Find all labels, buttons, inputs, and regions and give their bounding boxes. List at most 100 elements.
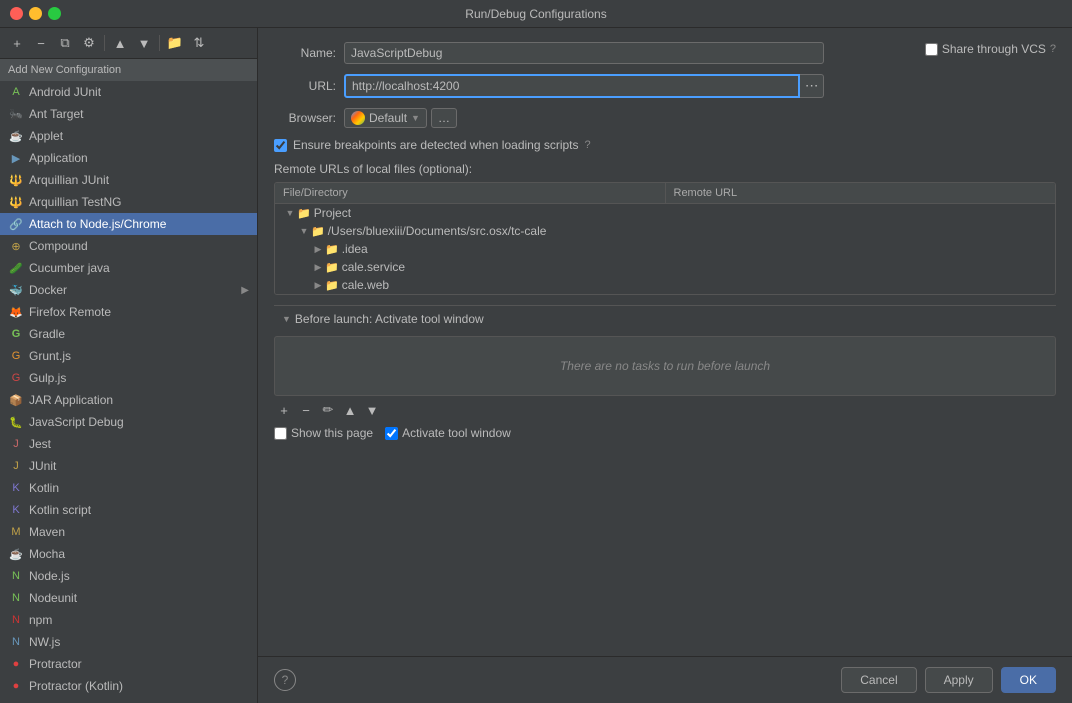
sidebar-item-kotlin-script[interactable]: K Kotlin script: [0, 499, 257, 521]
content-panel: Name: Share through VCS ? URL: ⋯ B: [258, 28, 1072, 703]
sidebar-item-mocha[interactable]: ☕ Mocha: [0, 543, 257, 565]
path-label: /Users/bluexiii/Documents/src.osx/tc-cal…: [328, 224, 547, 238]
project-expand-arrow[interactable]: ▼: [283, 208, 297, 218]
name-label: Name:: [274, 46, 344, 60]
name-row: Name: Share through VCS ?: [274, 42, 1056, 64]
launch-toolbar: + − ✏ ▲ ▼: [274, 400, 1056, 420]
tree-row-cale-web[interactable]: ▶ 📁 cale.web: [275, 276, 1055, 294]
help-button[interactable]: ?: [274, 669, 296, 691]
sidebar-item-arquillian-junit[interactable]: 🔱 Arquillian JUnit: [0, 169, 257, 191]
name-input[interactable]: [344, 42, 824, 64]
protractor-kotlin-icon: ●: [8, 678, 24, 694]
compound-icon: ⊕: [8, 238, 24, 254]
sidebar-item-jest[interactable]: J Jest: [0, 433, 257, 455]
kotlin-script-icon: K: [8, 502, 24, 518]
url-col-header: Remote URL: [665, 183, 1056, 203]
url-input[interactable]: [344, 74, 800, 98]
idea-expand-arrow[interactable]: ▶: [311, 244, 325, 255]
path-expand-arrow[interactable]: ▼: [297, 226, 311, 236]
file-table-header: File/Directory Remote URL: [275, 183, 1055, 204]
sidebar-item-compound[interactable]: ⊕ Compound: [0, 235, 257, 257]
sidebar-item-ant-target[interactable]: 🐜 Ant Target: [0, 103, 257, 125]
add-config-button[interactable]: +: [6, 32, 28, 54]
sidebar-item-attach-nodejs[interactable]: 🔗 Attach to Node.js/Chrome: [0, 213, 257, 235]
browser-more-button[interactable]: …: [431, 108, 457, 128]
folder-button[interactable]: 📁: [164, 32, 186, 54]
toolbar-divider: [104, 35, 105, 51]
ok-button[interactable]: OK: [1001, 667, 1056, 693]
bottom-bar: ? Cancel Apply OK: [258, 656, 1072, 703]
arquillian-junit-icon: 🔱: [8, 172, 24, 188]
launch-options-row: Show this page Activate tool window: [274, 426, 1056, 440]
show-page-checkbox[interactable]: [274, 427, 287, 440]
vcs-checkbox[interactable]: [925, 43, 938, 56]
ensure-breakpoints-checkbox[interactable]: [274, 139, 287, 152]
copy-config-button[interactable]: ⧉: [54, 32, 76, 54]
sidebar-item-maven[interactable]: M Maven: [0, 521, 257, 543]
activate-window-checkbox[interactable]: [385, 427, 398, 440]
vcs-label: Share through VCS: [942, 42, 1046, 56]
nwjs-icon: N: [8, 634, 24, 650]
sidebar-item-npm[interactable]: N npm: [0, 609, 257, 631]
sidebar-item-jar-application[interactable]: 📦 JAR Application: [0, 389, 257, 411]
launch-add-button[interactable]: +: [274, 400, 294, 420]
minimize-button[interactable]: [29, 7, 42, 20]
vcs-help-icon: ?: [1050, 43, 1056, 55]
tree-row-project[interactable]: ▼ 📁 Project: [275, 204, 1055, 222]
cale-web-expand-arrow[interactable]: ▶: [311, 280, 325, 291]
sidebar-item-gradle[interactable]: G Gradle: [0, 323, 257, 345]
move-up-button[interactable]: ▲: [109, 32, 131, 54]
sidebar-item-gulp-js[interactable]: G Gulp.js: [0, 367, 257, 389]
browser-dropdown-arrow: ▼: [411, 113, 420, 123]
tree-row-path[interactable]: ▼ 📁 /Users/bluexiii/Documents/src.osx/tc…: [275, 222, 1055, 240]
path-folder-icon: 📁: [311, 225, 325, 238]
file-col-header: File/Directory: [275, 183, 665, 203]
sidebar-item-applet[interactable]: ☕ Applet: [0, 125, 257, 147]
window-controls: [10, 7, 61, 20]
cancel-button[interactable]: Cancel: [841, 667, 916, 693]
cale-service-expand-arrow[interactable]: ▶: [311, 262, 325, 273]
content-form: Name: Share through VCS ? URL: ⋯ B: [258, 28, 1072, 656]
ant-icon: 🐜: [8, 106, 24, 122]
maximize-button[interactable]: [48, 7, 61, 20]
sidebar-item-application[interactable]: ▶ Application: [0, 147, 257, 169]
javascript-debug-icon: 🐛: [8, 414, 24, 430]
tree-row-cale-service[interactable]: ▶ 📁 cale.service: [275, 258, 1055, 276]
sidebar-item-nwjs[interactable]: N NW.js: [0, 631, 257, 653]
sidebar-item-junit[interactable]: J JUnit: [0, 455, 257, 477]
before-launch-header[interactable]: ▼ Before launch: Activate tool window: [274, 305, 1056, 332]
jest-icon: J: [8, 436, 24, 452]
sidebar-item-kotlin[interactable]: K Kotlin: [0, 477, 257, 499]
sidebar-item-nodeunit[interactable]: N Nodeunit: [0, 587, 257, 609]
before-launch-body: There are no tasks to run before launch: [274, 336, 1056, 396]
protractor-icon: ●: [8, 656, 24, 672]
sidebar-item-protractor-kotlin[interactable]: ● Protractor (Kotlin): [0, 675, 257, 697]
move-down-button[interactable]: ▼: [133, 32, 155, 54]
sidebar-item-javascript-debug[interactable]: 🐛 JavaScript Debug: [0, 411, 257, 433]
sidebar-item-react-native[interactable]: ⚛ React Native: [0, 697, 257, 703]
docker-submenu-arrow: ▶: [241, 285, 249, 296]
sidebar-item-docker[interactable]: 🐳 Docker ▶: [0, 279, 257, 301]
sidebar-item-arquillian-testng[interactable]: 🔱 Arquillian TestNG: [0, 191, 257, 213]
launch-remove-button[interactable]: −: [296, 400, 316, 420]
tree-row-idea[interactable]: ▶ 📁 .idea: [275, 240, 1055, 258]
sidebar-item-android-junit[interactable]: A Android JUnit: [0, 81, 257, 103]
launch-move-down-button[interactable]: ▼: [362, 400, 382, 420]
apply-button[interactable]: Apply: [925, 667, 993, 693]
sidebar: + − ⧉ ⚙ ▲ ▼ 📁 ⇅ Add New Configuration A …: [0, 28, 258, 703]
sidebar-item-grunt-js[interactable]: G Grunt.js: [0, 345, 257, 367]
sidebar-item-nodejs[interactable]: N Node.js: [0, 565, 257, 587]
browser-select[interactable]: Default ▼: [344, 108, 427, 128]
arquillian-testng-icon: 🔱: [8, 194, 24, 210]
sidebar-item-protractor[interactable]: ● Protractor: [0, 653, 257, 675]
remove-config-button[interactable]: −: [30, 32, 52, 54]
close-button[interactable]: [10, 7, 23, 20]
sort-button[interactable]: ⇅: [188, 32, 210, 54]
sidebar-item-cucumber-java[interactable]: 🥒 Cucumber java: [0, 257, 257, 279]
launch-edit-button[interactable]: ✏: [318, 400, 338, 420]
settings-button[interactable]: ⚙: [78, 32, 100, 54]
sidebar-item-firefox-remote[interactable]: 🦊 Firefox Remote: [0, 301, 257, 323]
url-browse-button[interactable]: ⋯: [800, 74, 824, 98]
idea-label: .idea: [342, 242, 368, 256]
launch-move-up-button[interactable]: ▲: [340, 400, 360, 420]
